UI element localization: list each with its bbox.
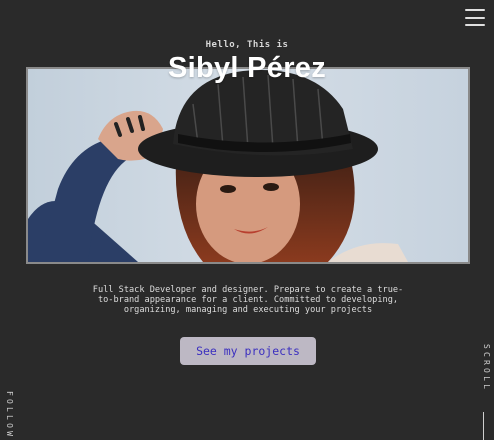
profile-photo: [26, 67, 470, 264]
hero-bio: Full Stack Developer and designer. Prepa…: [92, 285, 404, 315]
page: Hello, This is Sibyl Pérez Full Stack De…: [0, 0, 494, 440]
menu-bar: [465, 24, 485, 26]
hamburger-menu-icon[interactable]: [465, 9, 485, 26]
scroll-label: SCROLL: [482, 344, 491, 393]
follow-label: FOLLOW: [5, 391, 14, 440]
hero-intro: Hello, This is: [205, 40, 289, 50]
see-projects-button[interactable]: See my projects: [180, 337, 316, 365]
menu-bar: [465, 9, 485, 11]
profile-photo-image: [28, 69, 468, 262]
scroll-indicator[interactable]: SCROLL: [477, 344, 491, 440]
scroll-line: [483, 412, 484, 440]
menu-bar: [465, 16, 485, 19]
hero-name: Sibyl Pérez: [167, 52, 327, 84]
